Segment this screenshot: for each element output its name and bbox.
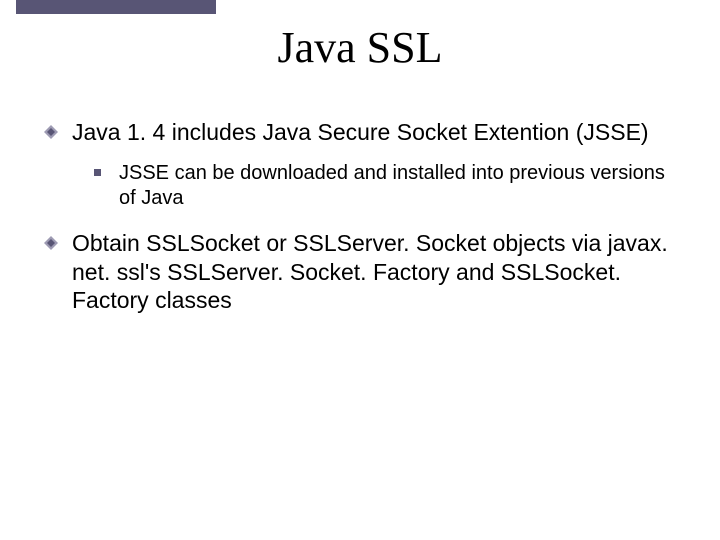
bullet-level-1: Obtain SSLSocket or SSLServer. Socket ob… [44,229,680,315]
diamond-bullet-icon [44,236,58,250]
diamond-bullet-icon [44,125,58,139]
bullet-text: JSSE can be downloaded and installed int… [119,161,680,211]
square-bullet-icon [94,169,101,176]
slide-title: Java SSL [0,22,720,73]
bullet-level-1: Java 1. 4 includes Java Secure Socket Ex… [44,118,680,147]
bullet-text: Java 1. 4 includes Java Secure Socket Ex… [72,118,649,147]
bullet-text: Obtain SSLSocket or SSLServer. Socket ob… [72,229,680,315]
slide-content: Java 1. 4 includes Java Secure Socket Ex… [44,118,680,329]
accent-bar [16,0,216,14]
slide: Java SSL Java 1. 4 includes Java Secure … [0,0,720,540]
bullet-level-2: JSSE can be downloaded and installed int… [94,161,680,211]
